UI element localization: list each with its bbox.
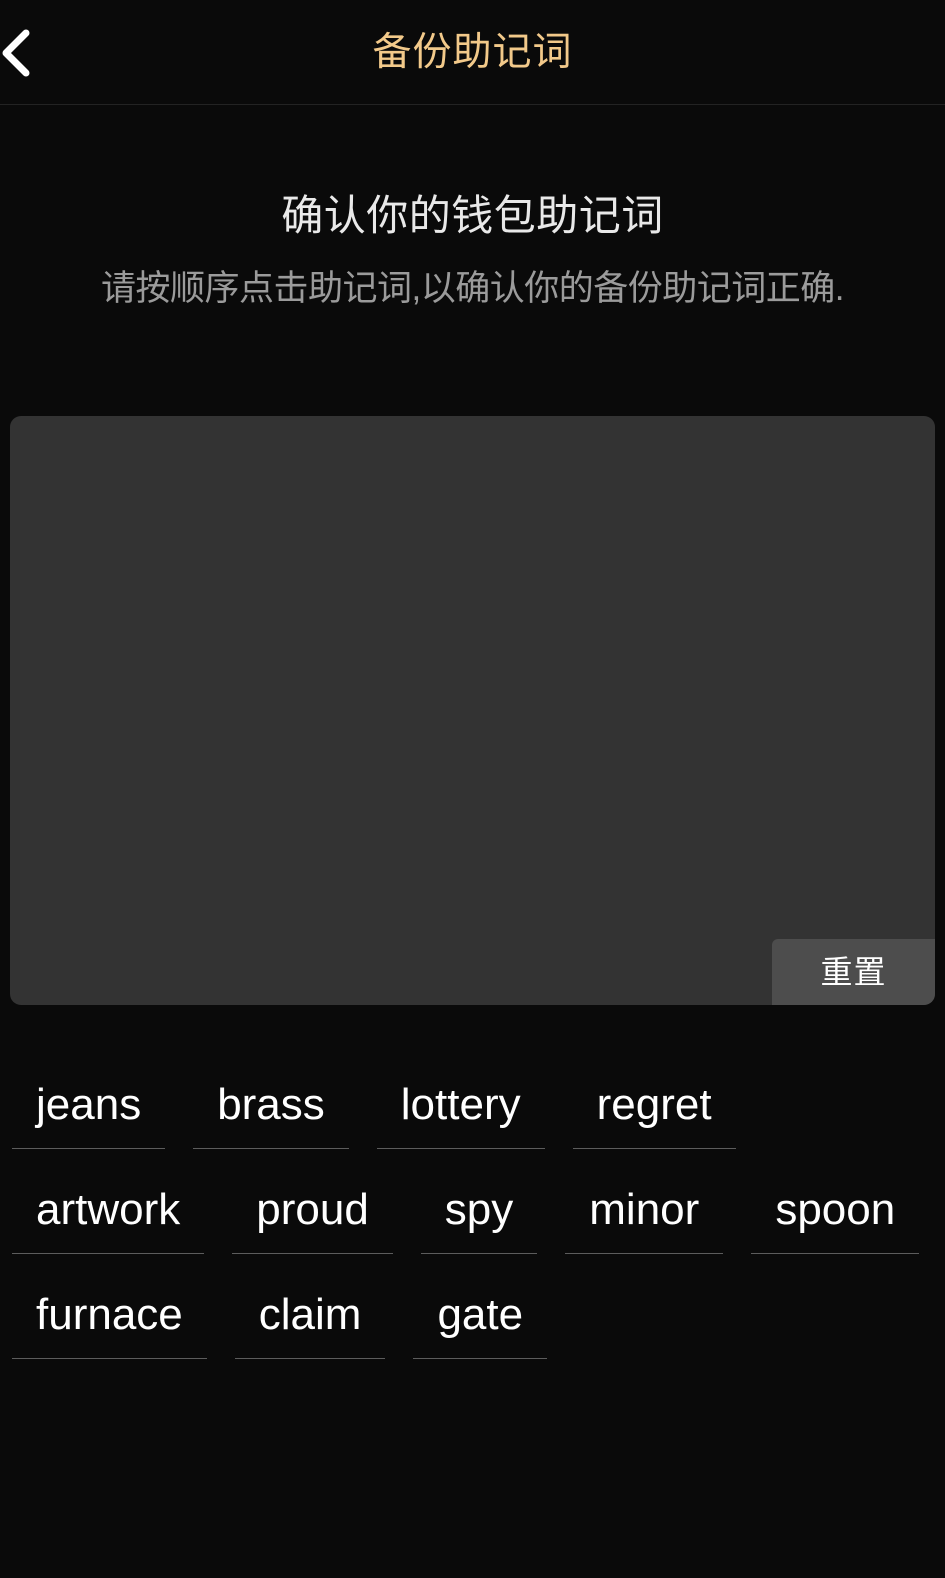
page-title: 备份助记词 xyxy=(372,33,572,72)
word-option-label: minor xyxy=(565,1167,723,1253)
selected-words-list xyxy=(10,416,935,456)
word-option-jeans[interactable]: jeans xyxy=(12,1062,165,1149)
confirm-heading: 确认你的钱包助记词 xyxy=(0,193,945,239)
word-option-underline xyxy=(421,1253,537,1254)
word-option-label: furnace xyxy=(12,1272,207,1358)
word-option-underline xyxy=(565,1253,723,1254)
word-option-underline xyxy=(12,1358,207,1359)
word-option-underline xyxy=(573,1148,736,1149)
word-option-gate[interactable]: gate xyxy=(413,1272,547,1359)
word-option-underline xyxy=(751,1253,919,1254)
word-option-regret[interactable]: regret xyxy=(573,1062,736,1149)
word-option-label: proud xyxy=(232,1167,393,1253)
word-bank-row: furnace claim gate xyxy=(12,1272,933,1377)
word-option-label: brass xyxy=(193,1062,349,1148)
word-option-claim[interactable]: claim xyxy=(235,1272,386,1359)
word-option-label: jeans xyxy=(12,1062,165,1148)
word-option-label: artwork xyxy=(12,1167,204,1253)
word-option-lottery[interactable]: lottery xyxy=(377,1062,545,1149)
word-option-label: claim xyxy=(235,1272,386,1358)
word-option-proud[interactable]: proud xyxy=(232,1167,393,1254)
word-bank-row: jeans brass lottery regret xyxy=(12,1062,933,1167)
word-option-underline xyxy=(232,1253,393,1254)
confirm-instructions: 请按顺序点击助记词,以确认你的备份助记词正确. xyxy=(0,269,945,309)
word-option-underline xyxy=(377,1148,545,1149)
word-option-label: gate xyxy=(413,1272,547,1358)
word-option-minor[interactable]: minor xyxy=(565,1167,723,1254)
word-option-label: regret xyxy=(573,1062,736,1148)
word-option-underline xyxy=(413,1358,547,1359)
word-option-label: spoon xyxy=(751,1167,919,1253)
word-option-label: lottery xyxy=(377,1062,545,1148)
word-option-artwork[interactable]: artwork xyxy=(12,1167,204,1254)
back-button[interactable] xyxy=(0,0,58,105)
chevron-left-icon xyxy=(0,25,46,81)
word-option-spy[interactable]: spy xyxy=(421,1167,537,1254)
word-option-underline xyxy=(235,1358,386,1359)
word-option-underline xyxy=(193,1148,349,1149)
mnemonic-backup-screen: 备份助记词 确认你的钱包助记词 请按顺序点击助记词,以确认你的备份助记词正确. … xyxy=(0,0,945,1578)
selected-words-panel[interactable]: 重置 xyxy=(10,416,935,1005)
word-option-label: spy xyxy=(421,1167,537,1253)
navbar: 备份助记词 xyxy=(0,0,945,105)
word-option-underline xyxy=(12,1253,204,1254)
word-option-furnace[interactable]: furnace xyxy=(12,1272,207,1359)
word-option-underline xyxy=(12,1148,165,1149)
word-option-spoon[interactable]: spoon xyxy=(751,1167,919,1254)
word-bank: jeans brass lottery regret artwork proud spymi… xyxy=(0,1062,945,1377)
word-option-brass[interactable]: brass xyxy=(193,1062,349,1149)
intro-section: 确认你的钱包助记词 请按顺序点击助记词,以确认你的备份助记词正确. xyxy=(0,105,945,309)
word-bank-row: artwork proud spy minor spoon xyxy=(12,1167,933,1272)
reset-button-label: 重置 xyxy=(820,956,886,988)
reset-button[interactable]: 重置 xyxy=(772,939,935,1005)
